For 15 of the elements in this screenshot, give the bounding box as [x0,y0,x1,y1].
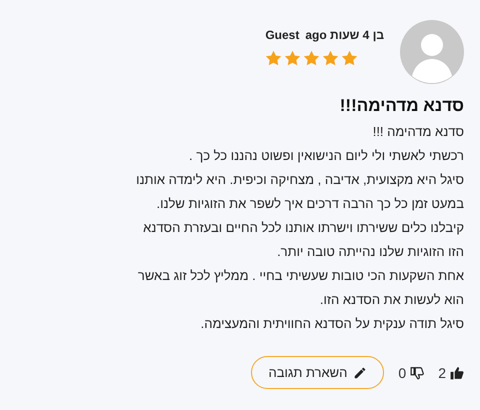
dislike-count: 0 [398,364,406,380]
avatar [400,20,464,84]
pencil-icon [353,366,368,380]
review-time: בן 4 שעות ago [305,28,384,42]
review-paragraph: אחת השקעות הכי טובות שעשיתי בחיי . ממליץ לכל זוג באשר הוא לעשות את הסדנא הזו. [136,267,464,309]
like-count: 2 [438,364,446,380]
leave-reply-button[interactable]: השארת תגובה [251,356,384,389]
review-paragraph: סיגל תודה ענקית על הסדנא החוויתית והמעצימה. [200,315,464,333]
review-paragraph: סיגל היא מקצועית, אדיבה , מצחיקה וכיפית. היא לימדה אותנו במעט זמן כל כך הרבה דרכים איך לשפר את הזוגיות שלנו. קיבלנו כלים ששירתו וישרתו אותנו לכל החיים ובעזרת הסדנא הזו הזוגיות שלנו נהייתה טובה יותר. [135,171,464,261]
review-title: סדנא מדהימה!!! [338,96,464,116]
review-paragraph: סדנא מדהימה !!! [372,123,464,141]
author-name: Guest [265,28,300,42]
thumbs-down-icon[interactable] [410,366,424,380]
thumbs-up-icon[interactable] [450,366,464,380]
review-paragraph: רכשתי לאשתי ולי ליום הנישואין ופשוט נהננו כל כך . [188,147,464,165]
